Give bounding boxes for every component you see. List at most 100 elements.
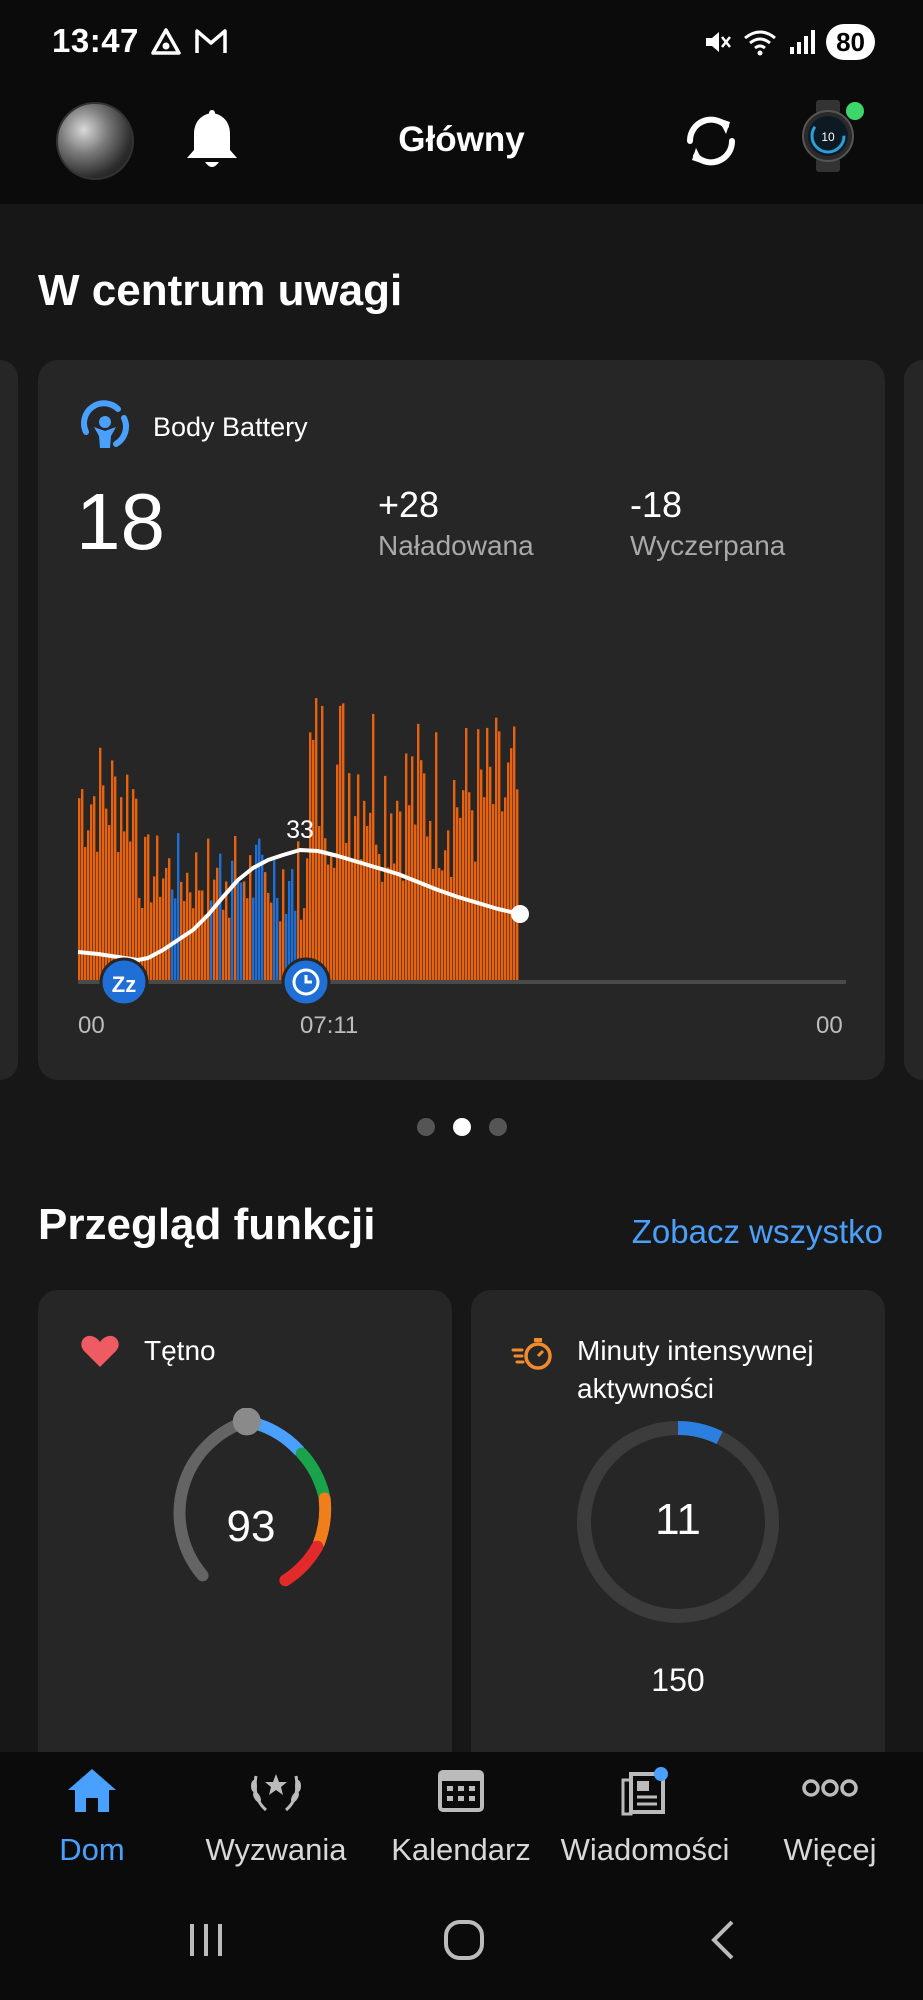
sleep-marker-icon: Zz bbox=[99, 957, 149, 1007]
chart-bar bbox=[504, 797, 507, 982]
chart-bar bbox=[327, 864, 330, 982]
nav-label: Więcej bbox=[783, 1832, 877, 1867]
more-icon bbox=[738, 1766, 922, 1810]
chart-bar bbox=[111, 760, 114, 982]
signal-icon bbox=[790, 30, 816, 54]
chart-bar bbox=[309, 732, 312, 982]
chart-bar bbox=[363, 800, 366, 982]
chart-bar bbox=[186, 872, 189, 982]
chart-bar bbox=[267, 892, 270, 982]
chart-bar bbox=[396, 800, 399, 982]
chart-bar bbox=[183, 901, 186, 982]
chart-bar bbox=[492, 804, 495, 982]
chart-bar bbox=[162, 878, 165, 982]
chart-bar bbox=[258, 838, 261, 982]
chart-bar bbox=[465, 727, 468, 982]
chart-bar bbox=[510, 748, 513, 982]
next-card-edge[interactable] bbox=[904, 360, 923, 1080]
chart-bar bbox=[438, 867, 441, 982]
chart-bar bbox=[261, 854, 264, 982]
chart-bar bbox=[243, 881, 246, 982]
chart-bar bbox=[333, 867, 336, 982]
chart-bar bbox=[126, 774, 129, 982]
chart-bar bbox=[312, 739, 315, 982]
chart-bar bbox=[315, 698, 318, 982]
chart-bar bbox=[321, 705, 324, 982]
nav-item-news[interactable]: Wiadomości bbox=[553, 1752, 737, 1888]
news-icon bbox=[553, 1766, 737, 1818]
chart-bar bbox=[171, 889, 174, 982]
intensity-minutes-card[interactable]: Minuty intensywnej aktywności 11 150 bbox=[471, 1290, 885, 1790]
chart-bar bbox=[444, 850, 447, 982]
heart-rate-card[interactable]: Tętno 93 bbox=[38, 1290, 452, 1790]
nav-item-more[interactable]: Więcej bbox=[738, 1752, 922, 1888]
chart-bar bbox=[165, 867, 168, 982]
recents-button[interactable] bbox=[186, 1920, 226, 1965]
chart-bar bbox=[192, 908, 195, 982]
chart-bar bbox=[159, 896, 162, 982]
chart-bar bbox=[378, 854, 381, 982]
chart-bar bbox=[408, 805, 411, 982]
watch-connected-indicator bbox=[846, 102, 864, 120]
chart-bar bbox=[486, 727, 489, 982]
body-battery-chart[interactable]: 33 Zz bbox=[38, 360, 885, 1080]
chart-bar bbox=[120, 797, 123, 982]
nav-item-challenges[interactable]: Wyzwania bbox=[184, 1752, 368, 1888]
chart-bar bbox=[426, 836, 429, 982]
intensity-title-line1: Minuty intensywnej bbox=[577, 1335, 814, 1366]
intensity-title-line2: aktywności bbox=[577, 1373, 714, 1404]
chart-bar bbox=[453, 779, 456, 982]
chart-bar bbox=[513, 726, 516, 982]
chart-bar bbox=[330, 855, 333, 982]
chart-bar bbox=[516, 789, 519, 982]
chart-bar bbox=[441, 870, 444, 982]
nav-label: Wiadomości bbox=[560, 1832, 730, 1867]
svg-text:10: 10 bbox=[821, 130, 835, 144]
chart-bar bbox=[471, 810, 474, 982]
chart-bar bbox=[393, 863, 396, 982]
body-battery-card[interactable]: Body Battery 18 +28 Naładowana -18 Wycze… bbox=[38, 360, 885, 1080]
chart-bar bbox=[246, 898, 249, 982]
chart-bar bbox=[447, 830, 450, 982]
chart-bar bbox=[195, 852, 198, 982]
heart-rate-title: Tętno bbox=[144, 1335, 216, 1366]
nav-label: Wyzwania bbox=[205, 1832, 347, 1867]
nav-label: Dom bbox=[59, 1832, 125, 1867]
section-title-features: Przegląd funkcji bbox=[38, 1200, 376, 1249]
chart-bar bbox=[102, 785, 105, 982]
pager-dot[interactable] bbox=[488, 1118, 507, 1136]
chart-bar bbox=[132, 789, 135, 982]
sync-icon[interactable] bbox=[678, 108, 744, 179]
chart-bar bbox=[222, 909, 225, 982]
chart-bar bbox=[405, 753, 408, 982]
nav-item-calendar[interactable]: Kalendarz bbox=[369, 1752, 553, 1888]
chart-bar bbox=[348, 773, 351, 982]
home-button[interactable] bbox=[442, 1918, 486, 1967]
chart-bar bbox=[387, 867, 390, 982]
chart-bar bbox=[264, 872, 267, 982]
back-button[interactable] bbox=[706, 1918, 738, 1967]
wake-marker-icon bbox=[281, 957, 331, 1007]
heart-rate-gauge bbox=[173, 1408, 332, 1587]
chart-bar bbox=[345, 842, 348, 982]
app-header: Główny 10 bbox=[0, 86, 923, 204]
chart-bar bbox=[336, 764, 339, 982]
chart-bar bbox=[342, 703, 345, 982]
carousel-pager[interactable] bbox=[0, 1118, 923, 1136]
chart-bar bbox=[480, 769, 483, 982]
see-all-link[interactable]: Zobacz wszystko bbox=[632, 1213, 883, 1251]
chart-bar bbox=[489, 766, 492, 982]
chart-bar bbox=[468, 792, 471, 982]
status-bar: 13:47 80 bbox=[0, 0, 923, 86]
peak-label: 33 bbox=[286, 816, 314, 844]
calendar-icon bbox=[369, 1766, 553, 1814]
pager-dot-active[interactable] bbox=[452, 1118, 471, 1136]
chart-bar bbox=[477, 729, 480, 982]
pager-dot[interactable] bbox=[416, 1118, 435, 1136]
previous-card-edge[interactable] bbox=[0, 360, 18, 1080]
chart-bar bbox=[96, 851, 99, 982]
home-icon bbox=[0, 1766, 184, 1814]
intensity-goal: 150 bbox=[651, 1662, 705, 1698]
nav-item-home[interactable]: Dom bbox=[0, 1752, 184, 1888]
axis-label-mid: 07:11 bbox=[300, 1012, 359, 1039]
